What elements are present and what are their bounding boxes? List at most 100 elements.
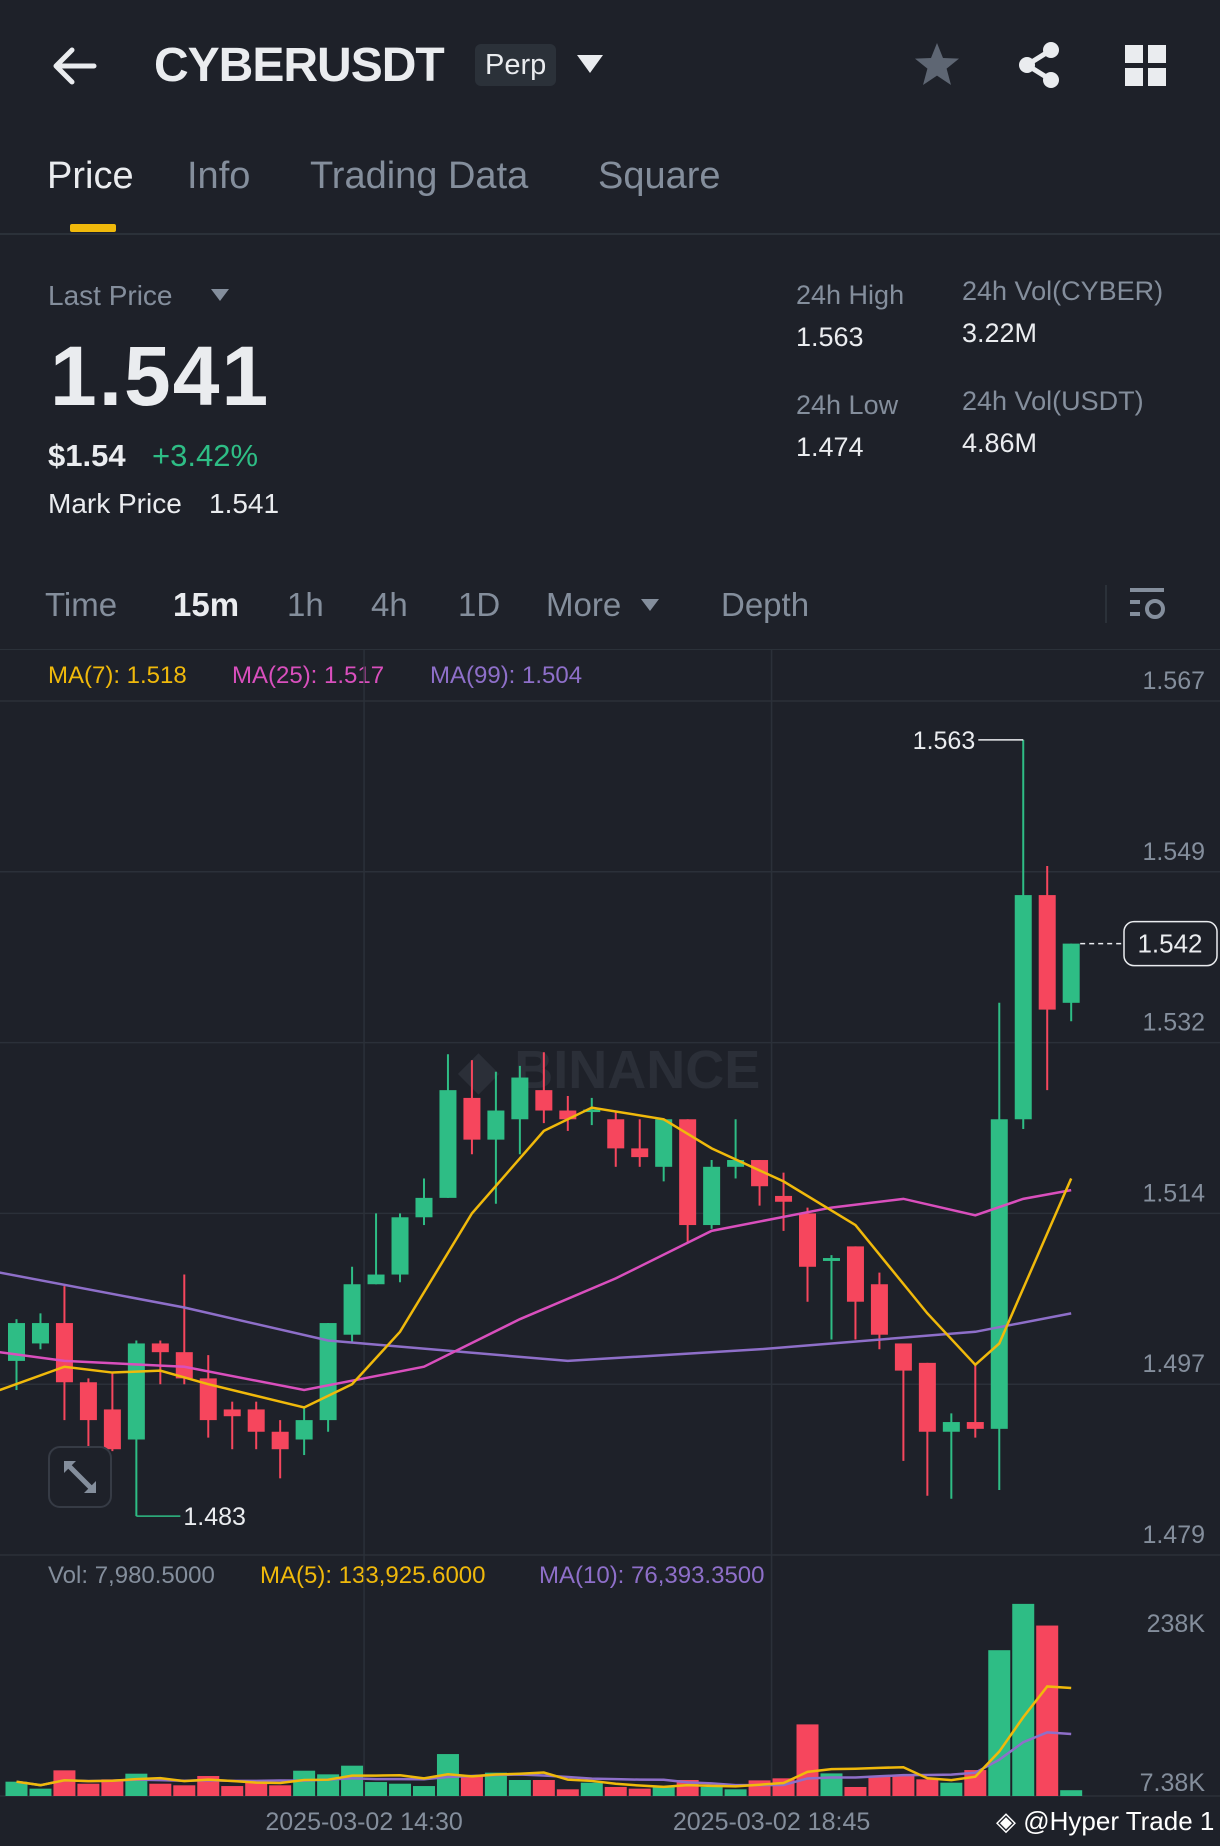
user-watermark: ◈ @Hyper Trade 1 [996, 1806, 1214, 1837]
candle-down [846, 1246, 864, 1302]
candle-down [631, 1148, 649, 1158]
price-change-percent: +3.42% [152, 438, 259, 473]
volume-bar [748, 1780, 771, 1796]
timeframe-time[interactable]: Time [45, 586, 117, 624]
volume-bar [293, 1770, 316, 1796]
volume-bar [245, 1782, 268, 1796]
expand-icon [64, 1461, 96, 1493]
candle-down [55, 1323, 73, 1383]
perp-badge: Perp [475, 44, 557, 86]
candle-down [535, 1090, 553, 1111]
candle-down [799, 1213, 817, 1267]
candle-up [391, 1217, 409, 1275]
chart-grid [0, 650, 1220, 1797]
volume-bar [916, 1779, 939, 1796]
candle-up [990, 1119, 1008, 1429]
symbol-title[interactable]: CYBERUSDT [154, 38, 445, 93]
timeframe-4h[interactable]: 4h [371, 586, 408, 624]
back-arrow-icon[interactable] [50, 46, 98, 86]
candle-down [966, 1422, 984, 1429]
timeframe-1d[interactable]: 1D [458, 586, 500, 624]
volume-bar [700, 1786, 723, 1796]
last-price-dropdown-icon[interactable] [210, 288, 230, 302]
price-tick-label: 1.532 [1142, 1009, 1205, 1037]
volume-bar [724, 1789, 747, 1796]
volume-bar [149, 1783, 172, 1796]
low-marker-label: 1.483 [183, 1503, 246, 1531]
volume-bar [532, 1780, 555, 1796]
volume-bar [269, 1785, 292, 1796]
candle-up [439, 1090, 457, 1198]
candle-down [607, 1119, 625, 1149]
tab-square[interactable]: Square [598, 155, 721, 198]
depth-tab[interactable]: Depth [721, 586, 809, 624]
candle-up [487, 1110, 505, 1140]
24h-vol-quote-label: 24h Vol(USDT) [962, 386, 1144, 416]
last-price: 1.541 [50, 329, 271, 423]
volume-bar [389, 1783, 412, 1796]
volume-tick-label: 238K [1147, 1610, 1206, 1638]
volume-bar [77, 1783, 100, 1796]
price-tick-label: 1.479 [1142, 1521, 1205, 1549]
volume-bar [29, 1788, 52, 1796]
toolbar-divider [1105, 585, 1107, 623]
price-tick-label: 1.567 [1142, 667, 1205, 695]
volume-bar [772, 1778, 795, 1796]
volume-bar [556, 1789, 579, 1796]
candle-down [103, 1409, 121, 1450]
grid-menu-icon[interactable] [1125, 45, 1167, 87]
time-tick-label: 2025-03-02 14:30 [265, 1808, 462, 1836]
candle-down [1038, 895, 1056, 1010]
volume-bar [628, 1788, 651, 1796]
candle-up [1014, 895, 1032, 1120]
tab-info[interactable]: Info [187, 155, 250, 198]
fullscreen-button[interactable] [48, 1446, 112, 1508]
24h-high-value: 1.563 [796, 322, 864, 352]
symbol-dropdown-icon[interactable] [575, 52, 605, 76]
candle-down [894, 1343, 912, 1371]
price-tick-label: 1.514 [1142, 1179, 1205, 1207]
active-tab-indicator [70, 224, 116, 232]
volume-bar [221, 1786, 244, 1796]
candle-down [247, 1409, 265, 1432]
ma-lines [0, 1106, 1073, 1789]
volume-bar [341, 1765, 364, 1796]
timeframe-15m[interactable]: 15m [173, 586, 239, 624]
mark-price-label: Mark Price [48, 488, 182, 519]
volume-bar [1012, 1603, 1035, 1796]
volume-bar [365, 1782, 388, 1796]
candle-down [870, 1284, 888, 1335]
candle-up [319, 1323, 337, 1421]
candle-up [822, 1258, 840, 1261]
last-price-label[interactable]: Last Price [48, 280, 173, 312]
volume-bar [460, 1776, 483, 1796]
timeframe-1h[interactable]: 1h [287, 586, 324, 624]
candles [8, 739, 1080, 1517]
share-icon[interactable] [1015, 40, 1063, 90]
candle-up [415, 1197, 433, 1218]
more-dropdown-icon[interactable] [640, 598, 660, 612]
chart-settings-icon[interactable] [1128, 586, 1168, 622]
volume-tick-label: 7.38K [1140, 1769, 1206, 1797]
tab-trading-data[interactable]: Trading Data [310, 155, 528, 198]
candle-up [703, 1166, 721, 1226]
candle-down [223, 1409, 241, 1417]
tab-price[interactable]: Price [47, 155, 134, 198]
candle-up [1062, 943, 1080, 1003]
tabs-divider [0, 233, 1220, 235]
candle-up [295, 1420, 313, 1440]
price-tick-label: 1.549 [1142, 838, 1205, 866]
favorite-star-icon[interactable] [913, 40, 961, 88]
timeframe-more[interactable]: More [546, 586, 621, 624]
candle-up [942, 1422, 960, 1432]
header: CYBERUSDT Perp [0, 0, 1220, 130]
candle-up [343, 1284, 361, 1335]
volume-bar [508, 1780, 531, 1796]
volume-bar [173, 1785, 196, 1796]
candle-down [918, 1362, 936, 1432]
volume-bar [580, 1782, 603, 1796]
candlestick-chart[interactable]: ◆ BINANCE 1.567 1.549 1.532 1.514 1.497 1.479… [0, 640, 1220, 1846]
24h-low-value: 1.474 [796, 432, 864, 462]
candle-up [655, 1119, 673, 1167]
volume-bar [988, 1650, 1011, 1796]
